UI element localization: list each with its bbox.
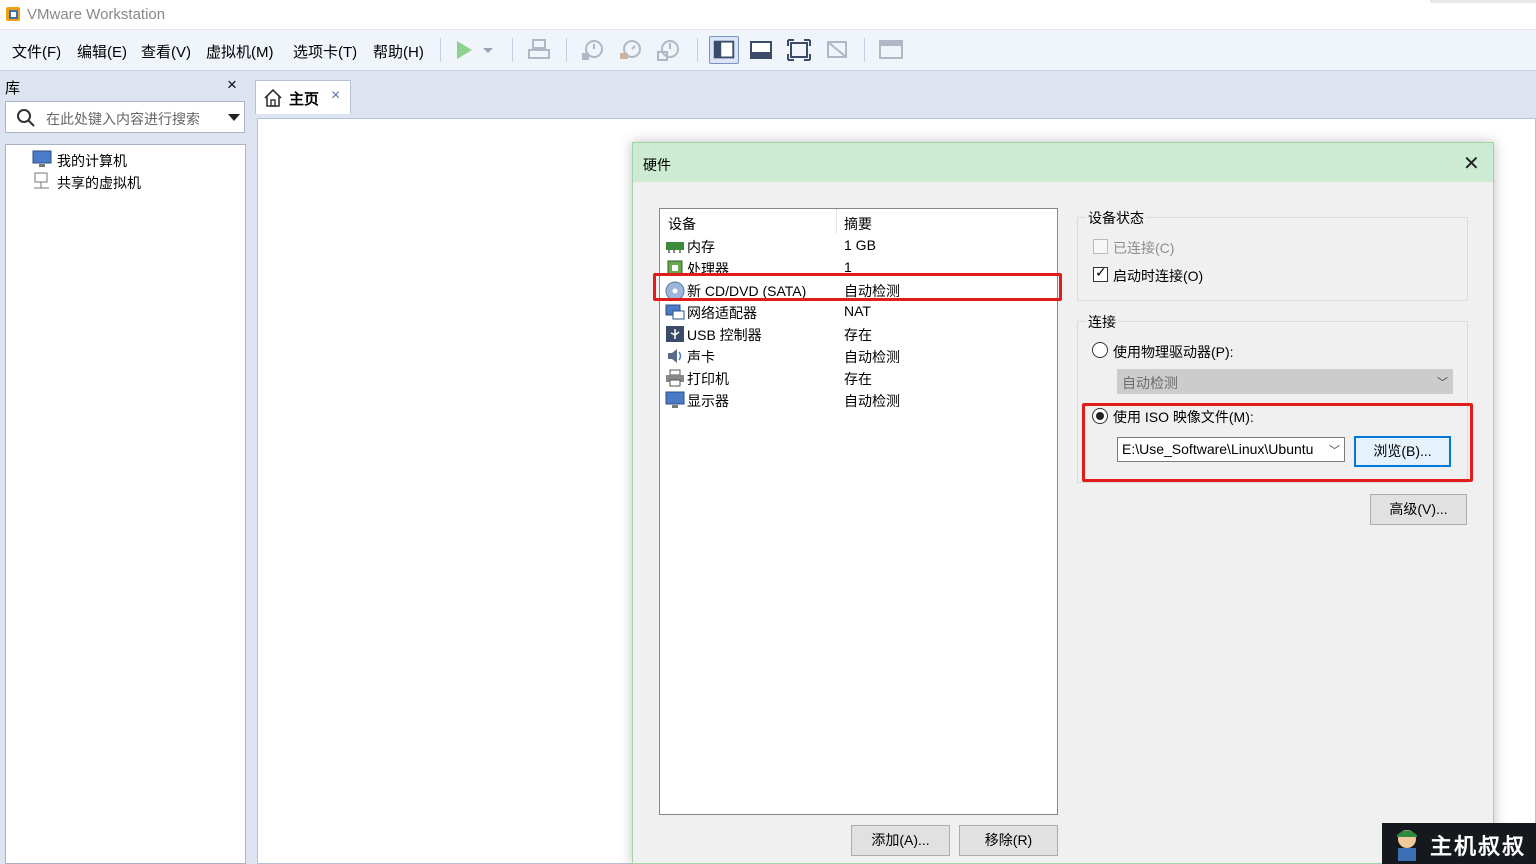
device-summary: 存在 [844, 371, 872, 387]
physical-drive-radio[interactable] [1092, 342, 1108, 358]
fullscreen-icon[interactable] [785, 37, 813, 63]
menu-toolbar: 文件(F) 编辑(E) 查看(V) 虚拟机(M) 选项卡(T) 帮助(H) [0, 30, 1536, 71]
view-library-icon[interactable] [709, 36, 739, 64]
device-row-sound[interactable]: 声卡 自动检测 [660, 345, 1057, 367]
column-header-device[interactable]: 设备 [668, 214, 696, 234]
usb-icon [666, 326, 684, 342]
advanced-button[interactable]: 高级(V)... [1370, 494, 1467, 525]
library-title: 库 [5, 80, 21, 97]
remove-device-button[interactable]: 移除(R) [959, 825, 1058, 856]
menu-tabs[interactable]: 选项卡(T) [293, 41, 357, 62]
snapshot-revert-icon[interactable] [617, 37, 645, 63]
window-title: VMware Workstation [27, 6, 166, 23]
menu-edit[interactable]: 编辑(E) [77, 41, 127, 62]
toolbar-separator [697, 38, 698, 62]
display-icon [665, 391, 685, 408]
dialog-close-icon[interactable]: ✕ [1463, 151, 1480, 176]
search-icon [17, 109, 35, 127]
library-search-input[interactable]: 在此处键入内容进行搜索 [5, 101, 245, 133]
column-header-summary[interactable]: 摘要 [844, 214, 872, 234]
device-row-network[interactable]: 网络适配器 NAT [660, 301, 1057, 323]
printer-icon [666, 369, 684, 387]
view-thumbnail-icon[interactable] [747, 37, 775, 63]
watermark-logo: 主机叔叔 [1382, 823, 1536, 864]
connect-at-power-on-checkbox[interactable]: ✓ [1093, 264, 1108, 282]
device-summary: 1 GB [844, 237, 876, 253]
connected-label: 已连接(C) [1113, 240, 1175, 256]
library-header: 库 × [0, 72, 250, 100]
device-row-display[interactable]: 显示器 自动检测 [660, 389, 1057, 411]
shared-vms-icon [34, 172, 49, 189]
tree-item-label: 我的计算机 [57, 153, 127, 169]
device-name: USB 控制器 [687, 327, 762, 343]
menu-help[interactable]: 帮助(H) [373, 41, 424, 62]
physical-drive-value: 自动检测 [1122, 375, 1178, 391]
tab-close-icon[interactable]: × [331, 87, 340, 105]
send-keys-icon[interactable] [525, 37, 553, 63]
play-icon[interactable] [450, 37, 478, 63]
device-status-group: 设备状态 已连接(C) ✓ 启动时连接(O) [1077, 208, 1468, 301]
memory-icon [666, 242, 684, 253]
device-name: 显示器 [687, 393, 729, 409]
device-name: 内存 [687, 239, 715, 255]
snapshot-manager-icon[interactable] [655, 37, 683, 63]
device-name: 声卡 [687, 349, 715, 365]
title-bar: VMware Workstation [0, 0, 1536, 30]
connection-legend: 连接 [1086, 312, 1118, 332]
tab-label: 主页 [289, 91, 320, 108]
device-name: 打印机 [687, 371, 729, 387]
device-row-memory[interactable]: 内存 1 GB [660, 235, 1057, 257]
physical-drive-select[interactable]: 自动检测 ﹀ [1117, 369, 1453, 394]
column-divider [836, 209, 837, 234]
dialog-title-bar: 硬件 ✕ [633, 143, 1493, 182]
search-dropdown-icon[interactable] [228, 114, 240, 121]
toolbar-separator [512, 38, 513, 62]
device-summary: NAT [844, 303, 871, 319]
console-view-icon[interactable] [877, 37, 905, 63]
device-row-usb[interactable]: USB 控制器 存在 [660, 323, 1057, 345]
search-placeholder: 在此处键入内容进行搜索 [46, 111, 200, 127]
hardware-dialog: 硬件 ✕ 设备 摘要 内存 1 GB 处理器 1 新 CD/DVD (SATA)… [632, 142, 1494, 864]
checkmark-icon: ✓ [1095, 264, 1107, 280]
dialog-title: 硬件 [643, 157, 671, 173]
tab-home[interactable]: 主页 × [255, 80, 351, 114]
sound-icon [668, 349, 682, 363]
snapshot-take-icon[interactable] [579, 37, 607, 63]
iso-highlight-box [1082, 403, 1473, 482]
vmware-app-icon [6, 7, 20, 21]
tree-item-label: 共享的虚拟机 [57, 175, 141, 191]
toolbar-separator [864, 38, 865, 62]
library-tree: 我的计算机 共享的虚拟机 [5, 144, 246, 864]
device-summary: 存在 [844, 327, 872, 343]
device-name: 网络适配器 [687, 305, 757, 321]
chevron-down-icon: ﹀ [1437, 377, 1448, 389]
dropdown-icon[interactable] [478, 37, 498, 63]
cd-dvd-highlight-box [653, 273, 1062, 301]
device-summary: 自动检测 [844, 393, 900, 409]
connected-checkbox[interactable] [1093, 239, 1108, 254]
device-summary: 自动检测 [844, 349, 900, 365]
connect-at-power-on-label: 启动时连接(O) [1113, 268, 1204, 284]
menu-file[interactable]: 文件(F) [12, 41, 61, 62]
device-row-printer[interactable]: 打印机 存在 [660, 367, 1057, 389]
library-close-icon[interactable]: × [227, 75, 237, 95]
toolbar-separator [566, 38, 567, 62]
unity-icon[interactable] [823, 37, 851, 63]
physical-drive-label: 使用物理驱动器(P): [1113, 344, 1234, 360]
home-icon [264, 88, 282, 107]
computer-icon [32, 150, 52, 167]
network-icon [665, 304, 685, 320]
watermark-text: 主机叔叔 [1430, 834, 1527, 860]
device-status-legend: 设备状态 [1086, 208, 1146, 228]
menu-view[interactable]: 查看(V) [141, 41, 191, 62]
window-controls-strip [1430, 0, 1536, 3]
toolbar-separator [440, 38, 441, 62]
add-device-button[interactable]: 添加(A)... [851, 825, 950, 856]
mascot-icon [1397, 830, 1417, 861]
menu-vm[interactable]: 虚拟机(M) [206, 41, 274, 62]
